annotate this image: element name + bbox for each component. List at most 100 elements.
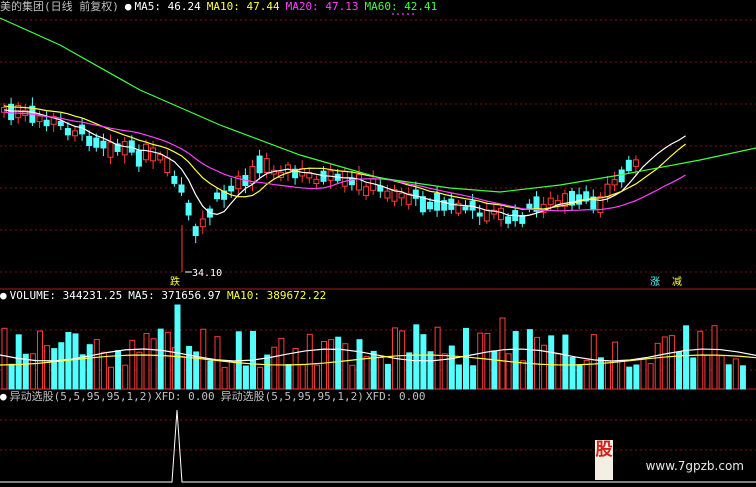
volume-bar — [455, 364, 462, 390]
candle-body — [363, 186, 370, 197]
signal-label: 涨 — [650, 276, 660, 288]
volume-bar — [505, 353, 512, 390]
volume-bar — [491, 350, 498, 390]
candle-body — [178, 184, 185, 193]
candle-body — [341, 170, 348, 187]
candle-body — [625, 159, 632, 172]
volume-bar — [44, 345, 51, 390]
panel-toggle-icon[interactable]: ● — [0, 289, 7, 302]
volume-bar — [384, 363, 391, 390]
volume-bar — [413, 324, 420, 390]
volume-bar — [299, 364, 306, 390]
volume-bar — [463, 327, 469, 390]
candle-body — [135, 150, 142, 167]
marker-dot — [392, 13, 394, 15]
volume-bar — [335, 336, 342, 390]
marker-dot — [412, 13, 414, 15]
volume-bar — [676, 351, 682, 390]
indicator-name-2: 异动选股(5,5,95,95,1,2) — [220, 390, 364, 403]
volume-bar — [221, 366, 228, 390]
volume-bar — [718, 355, 725, 390]
volume-bar — [29, 353, 36, 390]
candle-body — [150, 147, 157, 162]
volume-bar — [292, 347, 299, 390]
indicator-panel-header: ● 异动选股(5,5,95,95,1,2) XFD: 0.00 异动选股(5,5,95… — [0, 390, 432, 404]
volume-bar — [668, 335, 675, 390]
panel-toggle-icon[interactable]: ● — [0, 390, 7, 403]
volume-bar — [562, 334, 569, 390]
vol-ma10-readout: MA10: 389672.22 — [226, 289, 327, 302]
volume-bar — [370, 350, 377, 390]
volume-bar — [590, 334, 597, 390]
candle-body — [611, 178, 618, 186]
volume-bar — [427, 351, 434, 390]
candle-body — [57, 120, 64, 127]
volume-bar — [597, 357, 604, 390]
candle-body — [398, 192, 405, 199]
stock-chart-window: 美的集团(日线 前复权) ● MA5: 46.24 MA10: 47.44 MA20: … — [0, 0, 756, 487]
candle-body — [79, 124, 86, 135]
volume-bar — [86, 344, 93, 390]
volume-bar — [8, 363, 15, 390]
candle-body — [72, 130, 78, 137]
xfd-readout-2: XFD: 0.00 — [365, 390, 426, 403]
candle-body — [483, 209, 490, 222]
candle-body — [427, 201, 433, 210]
candle-body — [632, 159, 639, 167]
volume-bar — [257, 366, 264, 390]
volume-bar — [605, 360, 611, 390]
candle-body — [597, 196, 604, 214]
volume-bar — [214, 336, 221, 390]
volume-bar — [548, 335, 555, 390]
candle-body — [36, 115, 43, 123]
volume-bar — [306, 333, 313, 390]
candle-body — [86, 135, 93, 147]
candle-body — [121, 141, 128, 156]
volume-bar — [555, 353, 562, 390]
volume-bar — [129, 339, 136, 390]
candle-body — [412, 189, 419, 199]
volume-bar — [356, 339, 363, 390]
volume-bar — [569, 357, 576, 390]
volume-bar — [164, 331, 171, 390]
xfd-readout: XFD: 0.00 — [154, 390, 215, 403]
volume-bar — [470, 365, 477, 390]
volume-bar — [420, 334, 427, 390]
volume-bar — [271, 346, 278, 390]
volume-bar — [512, 330, 519, 390]
volume-bar — [186, 345, 193, 390]
kline-chart[interactable]: 34.10 跌 涨减 — [0, 0, 756, 487]
volume-bar — [654, 342, 661, 390]
candle-body — [128, 140, 135, 153]
candle-body — [228, 185, 235, 192]
site-logo: 股 — [595, 440, 613, 480]
volume-bar — [690, 357, 697, 390]
volume-bar — [72, 333, 79, 390]
candle-body — [576, 194, 583, 205]
volume-bar — [93, 339, 100, 390]
candle-body — [107, 141, 114, 158]
volume-bar — [484, 332, 491, 390]
volume-bar — [242, 365, 249, 390]
candle-body — [384, 190, 391, 199]
volume-bar — [711, 325, 718, 390]
candle-body — [64, 128, 71, 136]
candle-body — [43, 119, 50, 127]
volume-bar — [534, 336, 540, 390]
volume-bar — [434, 326, 441, 390]
candle-body — [618, 169, 625, 183]
candle-body — [185, 202, 192, 216]
candle-body — [214, 192, 220, 200]
volume-bar — [477, 332, 484, 390]
candle-body — [356, 174, 362, 191]
volume-bar — [619, 359, 626, 390]
candle-body — [476, 212, 483, 217]
volume-bar — [377, 357, 384, 390]
volume-bar — [661, 336, 668, 390]
volume-bar — [576, 365, 583, 390]
volume-bar — [157, 328, 164, 390]
signal-label: 减 — [672, 276, 682, 288]
volume-bar — [626, 366, 633, 390]
volume-bar — [278, 337, 285, 390]
volume-panel-header: ● VOLUME: 344231.25 MA5: 371656.97 MA10: 38… — [0, 289, 332, 303]
